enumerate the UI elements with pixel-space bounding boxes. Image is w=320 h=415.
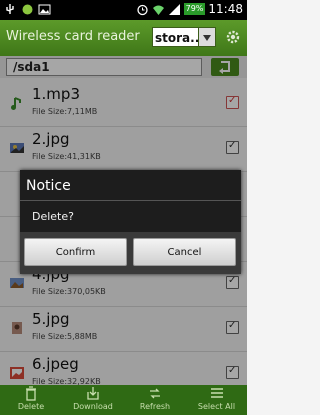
select-all-button[interactable]: Select All	[186, 385, 247, 415]
usb-icon	[6, 4, 14, 14]
status-bar: 79% 11:48	[0, 0, 247, 20]
download-button[interactable]: Download	[62, 385, 124, 415]
title-bar: Wireless card reader stora...	[0, 20, 247, 56]
chevron-down-icon[interactable]	[198, 27, 216, 47]
dialog-message: Delete?	[32, 210, 74, 223]
dialog-footer: Confirm Cancel	[20, 232, 241, 274]
refresh-icon	[150, 388, 160, 399]
confirm-button[interactable]: Confirm	[24, 238, 127, 266]
download-label: Download	[73, 402, 113, 411]
android-icon	[22, 4, 33, 15]
clock: 11:48	[208, 2, 243, 16]
bottom-toolbar: Delete Download Refresh Select All	[0, 385, 247, 415]
notice-dialog: Notice Delete? Confirm Cancel	[20, 170, 241, 274]
dialog-divider	[20, 200, 241, 201]
trash-icon	[26, 386, 36, 401]
wifi-icon	[152, 5, 164, 15]
cancel-button[interactable]: Cancel	[133, 238, 236, 266]
alarm-icon	[136, 4, 148, 15]
gear-icon[interactable]	[225, 29, 241, 45]
battery-indicator: 79%	[183, 3, 206, 15]
select-all-label: Select All	[197, 402, 236, 411]
image-icon	[38, 4, 51, 15]
refresh-button[interactable]: Refresh	[124, 385, 186, 415]
list-icon	[210, 388, 223, 398]
delete-button[interactable]: Delete	[0, 385, 62, 415]
download-icon	[87, 387, 99, 400]
refresh-label: Refresh	[139, 402, 171, 411]
delete-label: Delete	[17, 402, 45, 411]
signal-icon	[168, 3, 180, 15]
app-title: Wireless card reader	[6, 29, 140, 44]
dialog-title: Notice	[26, 178, 71, 194]
